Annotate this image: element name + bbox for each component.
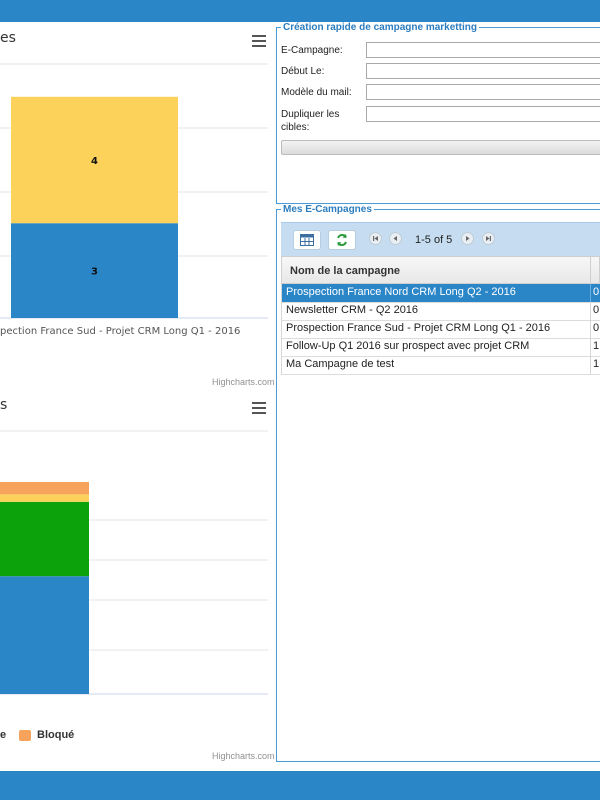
cell-separator xyxy=(590,320,591,338)
chart-2-title: s xyxy=(0,397,8,413)
cell-campaign-name: Prospection France Sud - Projet CRM Long… xyxy=(286,322,551,334)
cell-campaign-name: Prospection France Nord CRM Long Q2 - 20… xyxy=(286,286,516,298)
column-separator xyxy=(590,257,591,283)
campaigns-legend: Mes E-Campagnes xyxy=(283,204,372,215)
e-campagne-input[interactable] xyxy=(366,42,600,58)
bar-segment-2[interactable] xyxy=(0,494,89,502)
cell-campaign-name: Ma Campagne de test xyxy=(286,358,395,370)
cell-campaign-name: Newsletter CRM - Q2 2016 xyxy=(286,304,419,316)
chart-2-legend-item-0[interactable]: e xyxy=(0,729,6,741)
bar-data-label-1: 4 xyxy=(91,156,98,167)
bottom-app-bar xyxy=(0,771,600,800)
chart-1-x-axis-label: pection France Sud - Projet CRM Long Q1 … xyxy=(0,326,241,337)
cell-separator xyxy=(590,302,591,320)
legend-label: e xyxy=(0,729,7,741)
cell-separator xyxy=(590,356,591,374)
cell-separator xyxy=(590,338,591,356)
chart-2-plot xyxy=(0,430,268,695)
cell-value: 0 xyxy=(593,304,600,316)
debut-le-label: Début Le: xyxy=(281,66,325,77)
create-campaign-button[interactable] xyxy=(281,140,600,155)
column-header-name[interactable]: Nom de la campagne xyxy=(290,265,400,277)
dupliquer-cibles-input[interactable] xyxy=(366,106,600,122)
prev-page-icon[interactable] xyxy=(389,232,402,245)
e-campagne-label: E-Campagne: xyxy=(281,45,343,56)
quick-create-legend: Création rapide de campagne marketting xyxy=(283,22,477,33)
hamburger-menu-icon[interactable] xyxy=(252,35,266,47)
table-row[interactable]: Prospection France Nord CRM Long Q2 - 20… xyxy=(281,284,600,303)
table-row[interactable]: Ma Campagne de test 1 xyxy=(281,356,600,375)
bar-segment-0[interactable] xyxy=(0,576,89,694)
hamburger-menu-icon[interactable] xyxy=(252,402,266,414)
cell-value: 1 xyxy=(593,358,600,370)
cell-value: 1 xyxy=(593,340,600,352)
chart-1-credits[interactable]: Highcharts.com xyxy=(212,377,275,387)
modele-mail-label: Modèle du mail: xyxy=(281,87,352,98)
chart-1-title: es xyxy=(0,30,16,46)
top-app-bar xyxy=(0,0,600,22)
table-row[interactable]: Prospection France Sud - Projet CRM Long… xyxy=(281,320,600,339)
chart-panel-1: es 34 pection France Sud - Projet CRM Lo… xyxy=(0,22,275,388)
bar-segment-1[interactable] xyxy=(0,501,89,577)
table-row[interactable]: Newsletter CRM - Q2 2016 0 xyxy=(281,302,600,321)
cell-value: 0 xyxy=(593,322,600,334)
table-row[interactable]: Follow-Up Q1 2016 sur prospect avec proj… xyxy=(281,338,600,357)
bar-segment-3[interactable] xyxy=(0,481,89,495)
first-page-icon[interactable] xyxy=(369,232,382,245)
debut-le-input[interactable] xyxy=(366,63,600,79)
modele-mail-input[interactable] xyxy=(366,84,600,100)
legend-label: Bloqué xyxy=(37,729,75,741)
bar-data-label-0: 3 xyxy=(91,267,98,278)
grid-toolbar: 1-5 of 5 xyxy=(281,222,600,257)
chart-panel-2: s e Bloqué Highcharts.com xyxy=(0,388,275,766)
chart-1-plot: 34 xyxy=(0,63,268,319)
refresh-icon[interactable] xyxy=(328,230,356,250)
grid-header: Nom de la campagne xyxy=(281,256,600,284)
chart-2-legend-item-bloque[interactable]: Bloqué xyxy=(19,729,74,741)
cell-separator xyxy=(590,284,591,302)
last-page-icon[interactable] xyxy=(482,232,495,245)
pager-text: 1-5 of 5 xyxy=(415,234,453,246)
cell-campaign-name: Follow-Up Q1 2016 sur prospect avec proj… xyxy=(286,340,530,352)
dupliquer-cibles-label: Dupliquer les cibles: xyxy=(281,109,340,133)
next-page-icon[interactable] xyxy=(461,232,474,245)
legend-swatch-icon xyxy=(19,729,31,741)
chart-2-credits[interactable]: Highcharts.com xyxy=(212,751,275,761)
calendar-grid-icon[interactable] xyxy=(293,230,321,250)
cell-value: 0 xyxy=(593,286,600,298)
